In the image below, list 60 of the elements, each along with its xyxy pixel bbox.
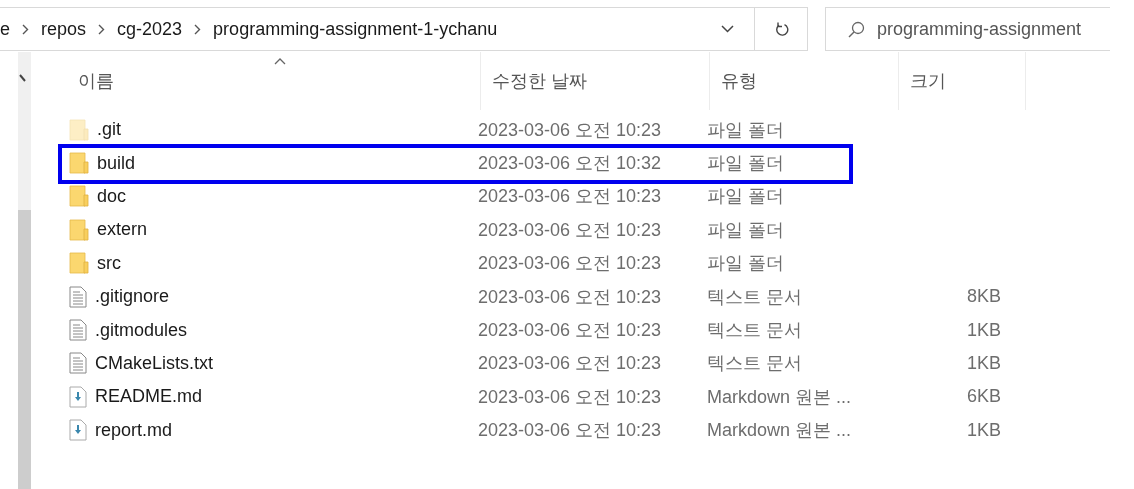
file-size: 8KB: [965, 286, 1001, 308]
file-type: 텍스트 문서: [707, 319, 803, 343]
modified-date: 2023-03-06 오전 10:23: [478, 419, 663, 443]
file-row[interactable]: src 2023-03-06 오전 10:23 파일 폴더: [31, 246, 1134, 280]
file-name: src: [97, 252, 121, 274]
modified-date: 2023-03-06 오전 10:23: [478, 319, 663, 343]
search-icon: [848, 20, 865, 38]
file-type: 파일 폴더: [707, 152, 785, 176]
sort-icon: [274, 58, 286, 65]
modified-date: 2023-03-06 오전 10:23: [478, 185, 663, 209]
modified-date: 2023-03-06 오전 10:23: [478, 252, 663, 276]
dropdown-icon[interactable]: [721, 25, 734, 33]
refresh-icon[interactable]: [775, 21, 789, 37]
file-row[interactable]: .git 2023-03-06 오전 10:23 파일 폴더: [31, 113, 1134, 147]
file-type: 텍스트 문서: [707, 352, 803, 376]
file-type: Markdown 원본 ...: [707, 385, 853, 409]
column-header[interactable]: 크기: [899, 52, 1026, 110]
file-name: CMakeLists.txt: [95, 352, 214, 374]
file-size: 1KB: [965, 319, 1001, 341]
file-name: README.md: [95, 386, 202, 408]
modified-date: 2023-03-06 오전 10:32: [478, 152, 663, 176]
file-name: extern: [97, 219, 148, 241]
file-name: .gitmodules: [95, 319, 188, 341]
file-name: .gitignore: [95, 286, 170, 308]
modified-date: 2023-03-06 오전 10:23: [478, 218, 663, 242]
file-type: 파일 폴더: [707, 218, 785, 242]
file-type: 텍스트 문서: [707, 285, 803, 309]
file-name: build: [97, 152, 136, 174]
file-row[interactable]: CMakeLists.txt 2023-03-06 오전 10:23 텍스트 문서 1KB: [31, 346, 1134, 381]
file-size: 1KB: [965, 352, 1001, 374]
column-header[interactable]: 수정한 날짜: [481, 52, 710, 110]
file-type: 파일 폴더: [707, 252, 785, 276]
file-name: .git: [97, 119, 121, 141]
file-row[interactable]: doc 2023-03-06 오전 10:23 파일 폴더: [31, 179, 1134, 214]
column-header[interactable]: 유형: [710, 52, 899, 110]
file-type: 파일 폴더: [707, 118, 785, 142]
modified-date: 2023-03-06 오전 10:23: [478, 385, 663, 409]
file-row[interactable]: extern 2023-03-06 오전 10:23 파일 폴더: [31, 213, 1134, 247]
address-bar[interactable]: e repos cg-2023 programming-assignment-1-ychanu: [0, 7, 808, 51]
file-type: Markdown 원본 ...: [707, 419, 853, 443]
modified-date: 2023-03-06 오전 10:23: [478, 118, 663, 142]
search-field[interactable]: programming-assignment: [825, 7, 1110, 51]
file-row[interactable]: build 2023-03-06 오전 10:32 파일 폴더: [31, 146, 1134, 180]
file-row[interactable]: report.md 2023-03-06 오전 10:23 Markdown 원본 ... 1KB: [31, 413, 1134, 447]
breadcrumb[interactable]: repos: [41, 18, 87, 40]
modified-date: 2023-03-06 오전 10:23: [478, 285, 663, 309]
file-size: 1KB: [965, 419, 1001, 441]
file-row[interactable]: .gitignore 2023-03-06 오전 10:23 텍스트 문서 8KB: [31, 279, 1134, 314]
file-row[interactable]: README.md 2023-03-06 오전 10:23 Markdown 원본 ... 6KB: [31, 380, 1134, 414]
modified-date: 2023-03-06 오전 10:23: [478, 352, 663, 376]
file-type: 파일 폴더: [707, 185, 785, 209]
breadcrumb[interactable]: cg-2023: [117, 18, 183, 40]
file-row[interactable]: .gitmodules 2023-03-06 오전 10:23 텍스트 문서 1KB: [31, 313, 1134, 347]
file-name: report.md: [95, 419, 173, 441]
file-name: doc: [97, 185, 127, 207]
scrollbar[interactable]: [18, 52, 31, 489]
column-header[interactable]: 이름: [56, 52, 481, 110]
breadcrumb[interactable]: e: [0, 18, 10, 40]
breadcrumb[interactable]: programming-assignment-1-ychanu: [213, 18, 498, 40]
file-size: 6KB: [965, 386, 1001, 408]
